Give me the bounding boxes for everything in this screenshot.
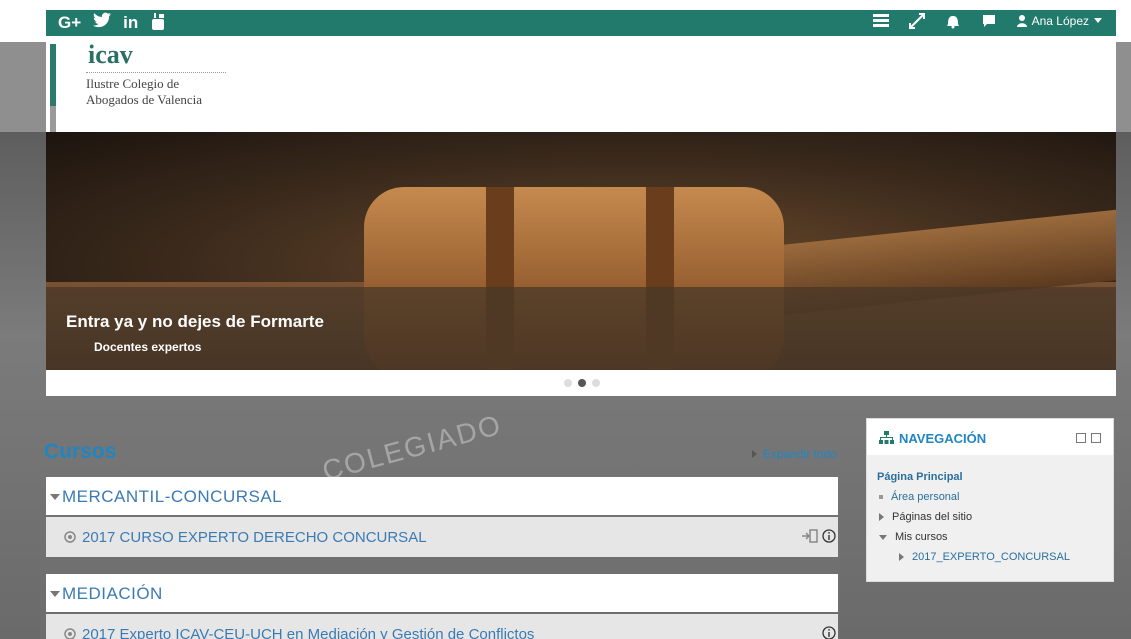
nav-item-label: 2017_EXPERTO_CONCURSAL xyxy=(912,551,1070,563)
category-name: MEDIACIÓN xyxy=(62,584,163,603)
nav-item-mis-cursos[interactable]: Mis cursos xyxy=(879,531,948,543)
top-bar-inner: G+ in Ana López xyxy=(46,10,1116,36)
linkedin-icon[interactable]: in xyxy=(123,12,138,34)
hero-slider[interactable]: Entra ya y no dejes de Formarte Docentes… xyxy=(46,132,1116,370)
caret-down-icon xyxy=(1094,18,1102,23)
nav-item-course[interactable]: 2017_EXPERTO_CONCURSAL xyxy=(899,551,1070,563)
chat-icon[interactable] xyxy=(981,13,997,29)
social-links: G+ in xyxy=(58,12,166,34)
info-icon[interactable] xyxy=(822,529,836,543)
page-title: Cursos xyxy=(44,440,117,463)
slider-dot[interactable] xyxy=(564,379,572,387)
info-icon[interactable] xyxy=(822,626,836,639)
dock-block-icon[interactable] xyxy=(1091,433,1101,443)
fullscreen-icon[interactable] xyxy=(908,13,925,29)
chevron-down-icon xyxy=(879,534,887,540)
nav-home-link[interactable]: Página Principal xyxy=(877,471,963,483)
expand-all-link[interactable]: Expandir todo xyxy=(752,447,837,461)
logo-divider xyxy=(86,72,226,73)
course-name: 2017 Experto ICAV-CEU-UCH en Mediación y… xyxy=(82,626,535,639)
expand-triangle-icon xyxy=(752,450,757,458)
user-name: Ana López xyxy=(1031,14,1089,28)
user-menu[interactable]: Ana López xyxy=(1016,14,1102,28)
logo-line-1: Ilustre Colegio de xyxy=(86,76,180,91)
category-name: MERCANTIL-CONCURSAL xyxy=(62,487,283,506)
nav-item-label: Páginas del sitio xyxy=(892,511,973,523)
category-header[interactable]: MERCANTIL-CONCURSAL xyxy=(46,477,838,515)
course-row[interactable]: 2017 Experto ICAV-CEU-UCH en Mediación y… xyxy=(46,614,838,639)
course-name: 2017 CURSO EXPERTO DERECHO CONCURSAL xyxy=(82,529,427,546)
navigation-header: NAVEGACIÓN xyxy=(867,419,1113,455)
slider-caption-title: Entra ya y no dejes de Formarte xyxy=(66,312,324,331)
nav-item-paginas-sitio[interactable]: Páginas del sitio xyxy=(879,511,972,523)
course-row[interactable]: 2017 CURSO EXPERTO DERECHO CONCURSAL xyxy=(46,517,838,557)
menu-icon[interactable] xyxy=(872,13,889,29)
nav-item-label: Mis cursos xyxy=(895,531,948,543)
chevron-right-icon xyxy=(879,513,884,522)
course-icon xyxy=(64,531,76,543)
navigation-title: NAVEGACIÓN xyxy=(899,431,987,446)
bell-icon[interactable] xyxy=(945,13,961,29)
slider-dot[interactable] xyxy=(592,379,600,387)
navigation-block: NAVEGACIÓN Página Principal Área persona… xyxy=(866,418,1114,582)
bullet-icon xyxy=(879,495,883,500)
chevron-down-icon xyxy=(50,494,60,500)
collapse-block-icon[interactable] xyxy=(1076,433,1086,443)
user-tools: Ana López xyxy=(872,13,1102,29)
site-header: icav Ilustre Colegio de Abogados de Vale… xyxy=(46,36,1116,132)
chevron-right-icon xyxy=(899,553,904,562)
user-icon xyxy=(1016,15,1027,27)
slider-dots-bar xyxy=(46,370,1116,396)
course-icon xyxy=(64,628,76,639)
slider-dot-active[interactable] xyxy=(578,379,586,387)
google-plus-icon[interactable]: G+ xyxy=(58,12,81,34)
sitemap-icon xyxy=(879,431,894,444)
youtube-icon[interactable] xyxy=(150,12,166,34)
twitter-icon[interactable] xyxy=(93,12,112,34)
expand-all-label: Expandir todo xyxy=(763,447,838,461)
slider-caption-subtitle: Docentes expertos xyxy=(94,340,202,354)
nav-item-label: Área personal xyxy=(891,491,960,503)
logo-line-2: Abogados de Valencia xyxy=(86,92,203,107)
chevron-down-icon xyxy=(50,591,60,597)
category-header[interactable]: MEDIACIÓN xyxy=(46,574,838,612)
enrol-icon[interactable] xyxy=(802,529,818,543)
logo-bar-grey xyxy=(50,106,56,132)
logo-wordmark[interactable]: icav xyxy=(88,40,133,70)
nav-item-area-personal[interactable]: Área personal xyxy=(879,491,960,503)
